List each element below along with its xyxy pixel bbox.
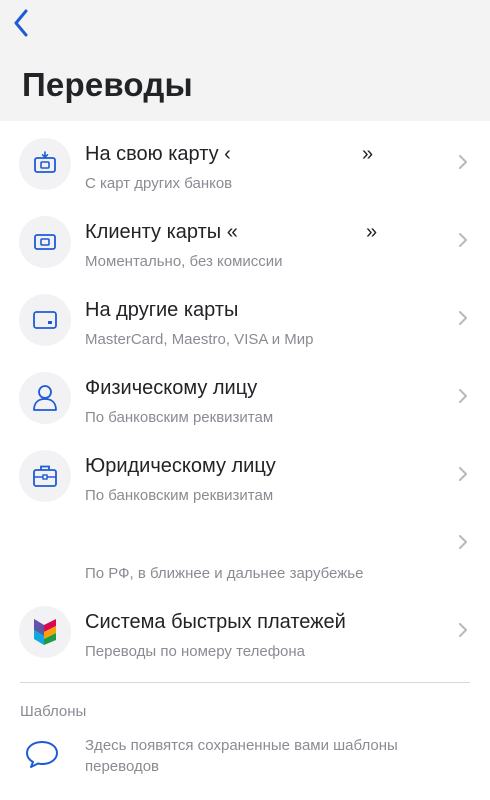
- chevron-left-icon: [14, 9, 28, 37]
- header: Переводы: [0, 0, 490, 121]
- section-divider: [20, 682, 470, 683]
- templates-empty-text: Здесь появятся сохраненные вами шаблоны …: [85, 737, 398, 775]
- chevron-right-icon: [459, 467, 467, 481]
- person-icon: [19, 372, 71, 424]
- card-deposit-icon: [19, 138, 71, 190]
- briefcase-icon: [19, 450, 71, 502]
- list-item-title: На свою карту ‹: [85, 143, 231, 165]
- chevron-right-icon: [459, 155, 467, 169]
- sbp-logo-icon: [19, 606, 71, 658]
- chevron-right-icon: [459, 233, 467, 247]
- list-item-subtitle: По банковским реквизитам: [85, 409, 274, 426]
- list-item-own-card[interactable]: На свою карту ‹ » С карт других банков: [0, 121, 490, 199]
- bank-card-icon: [19, 216, 71, 268]
- list-item-subtitle: С карт других банков: [85, 175, 233, 192]
- transfer-list: На свою карту ‹ » С карт других банков К…: [0, 121, 490, 667]
- list-item-individual[interactable]: Физическому лицу По банковским реквизита…: [0, 355, 490, 433]
- list-item-client-card[interactable]: Клиенту карты « » Моментально, без комис…: [0, 199, 490, 277]
- list-item-title: Клиенту карты «: [85, 221, 238, 243]
- list-item-subtitle: По РФ, в ближнее и дальнее зарубежье: [85, 565, 364, 582]
- list-item-title: Юридическому лицу: [85, 455, 276, 477]
- list-item-sbp[interactable]: Система быстрых платежей Переводы по ном…: [0, 589, 490, 667]
- list-item-subtitle: MasterCard, Maestro, VISA и Мир: [85, 331, 314, 348]
- chevron-right-icon: [459, 623, 467, 637]
- list-item-title: На другие карты: [85, 299, 239, 321]
- list-item-subtitle: Моментально, без комиссии: [85, 253, 283, 270]
- list-item-title: Физическому лицу: [85, 377, 258, 399]
- credit-card-icon: [19, 294, 71, 346]
- list-item-legal-entity[interactable]: Юридическому лицу По банковским реквизит…: [0, 433, 490, 511]
- chat-bubble-icon: [26, 741, 58, 768]
- chevron-right-icon: [459, 535, 467, 549]
- list-item-subtitle: По банковским реквизитам: [85, 487, 274, 504]
- back-button[interactable]: [6, 6, 36, 40]
- list-item-subtitle: Переводы по номеру телефона: [85, 643, 306, 660]
- page-title: Переводы: [22, 66, 193, 103]
- list-item-international[interactable]: По РФ, в ближнее и дальнее зарубежье: [0, 511, 490, 589]
- list-item-title-end: »: [362, 143, 374, 165]
- chevron-right-icon: [459, 311, 467, 325]
- list-item-title-end: »: [366, 221, 378, 243]
- list-item-title: Система быстрых платежей: [85, 611, 346, 633]
- templates-section-label: Шаблоны: [20, 703, 87, 720]
- list-item-other-cards[interactable]: На другие карты MasterCard, Maestro, VIS…: [0, 277, 490, 355]
- chevron-right-icon: [459, 389, 467, 403]
